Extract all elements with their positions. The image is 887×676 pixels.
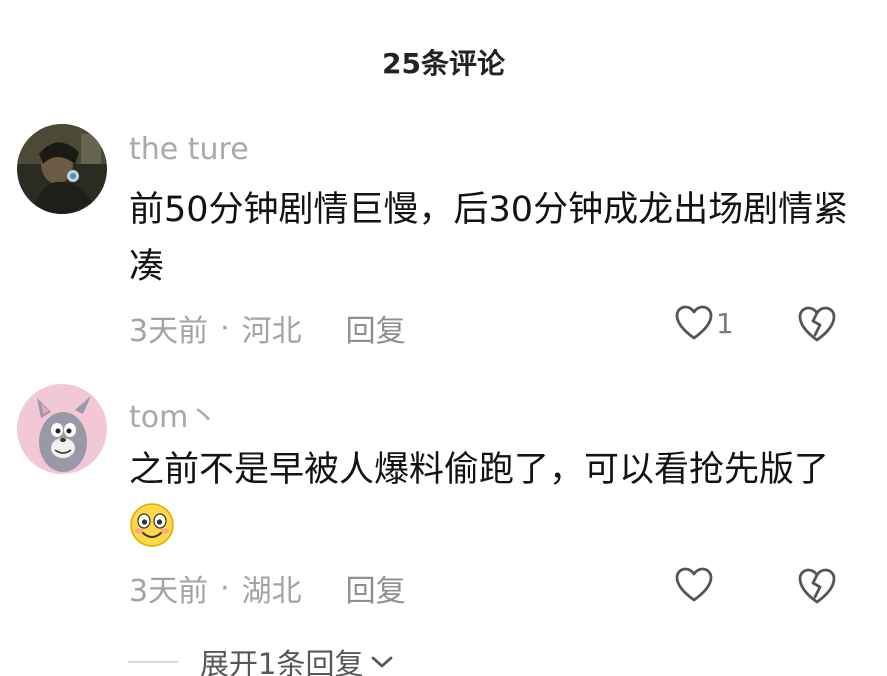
comment-meta: 3天前 · 河北 回复 <box>129 306 406 350</box>
reply-button[interactable]: 回复 <box>346 566 406 610</box>
broken-heart-icon <box>798 306 836 342</box>
username[interactable]: the ture <box>129 132 249 167</box>
heart-icon <box>675 305 713 340</box>
dislike-button[interactable] <box>796 566 838 606</box>
comment-location: 湖北 <box>241 574 302 609</box>
dark-figure-avatar-icon <box>17 124 107 214</box>
smiling-face-emoji-icon <box>129 502 175 548</box>
meta-separator: · <box>220 310 230 346</box>
comment-time: 3天前 <box>129 574 209 609</box>
like-count: 1 <box>716 306 734 340</box>
broken-heart-icon <box>798 568 836 604</box>
comments-panel: 25条评论 the ture 前50分钟剧情巨慢，后30分钟成龙出场剧情紧凑 3… <box>0 0 887 676</box>
comment-time: 3天前 <box>129 314 209 349</box>
comment-text-content: 之前不是早被人爆料偷跑了，可以看抢先版了 <box>129 450 830 490</box>
reply-button[interactable]: 回复 <box>346 306 406 350</box>
comment-location: 河北 <box>241 314 302 349</box>
expand-replies-button[interactable]: 展开1条回复 <box>128 641 395 676</box>
meta-separator: · <box>220 570 230 606</box>
heart-icon <box>675 567 713 602</box>
user-avatar[interactable] <box>17 124 107 214</box>
comment-text: 前50分钟剧情巨慢，后30分钟成龙出场剧情紧凑 <box>129 190 849 287</box>
like-button[interactable] <box>674 566 714 604</box>
chevron-down-icon <box>372 656 393 668</box>
cartoon-cat-avatar-icon <box>17 384 107 474</box>
username[interactable]: tom丶 <box>129 392 218 436</box>
comment-meta: 3天前 · 湖北 回复 <box>129 566 406 610</box>
user-avatar[interactable] <box>17 384 107 474</box>
dislike-button[interactable] <box>796 304 838 344</box>
expand-replies-label: 展开1条回复 <box>200 647 364 676</box>
comment-text: 之前不是早被人爆料偷跑了，可以看抢先版了 <box>129 442 849 556</box>
like-button[interactable]: 1 <box>674 304 734 342</box>
divider <box>128 661 178 663</box>
comments-count-title: 25条评论 <box>382 47 505 80</box>
